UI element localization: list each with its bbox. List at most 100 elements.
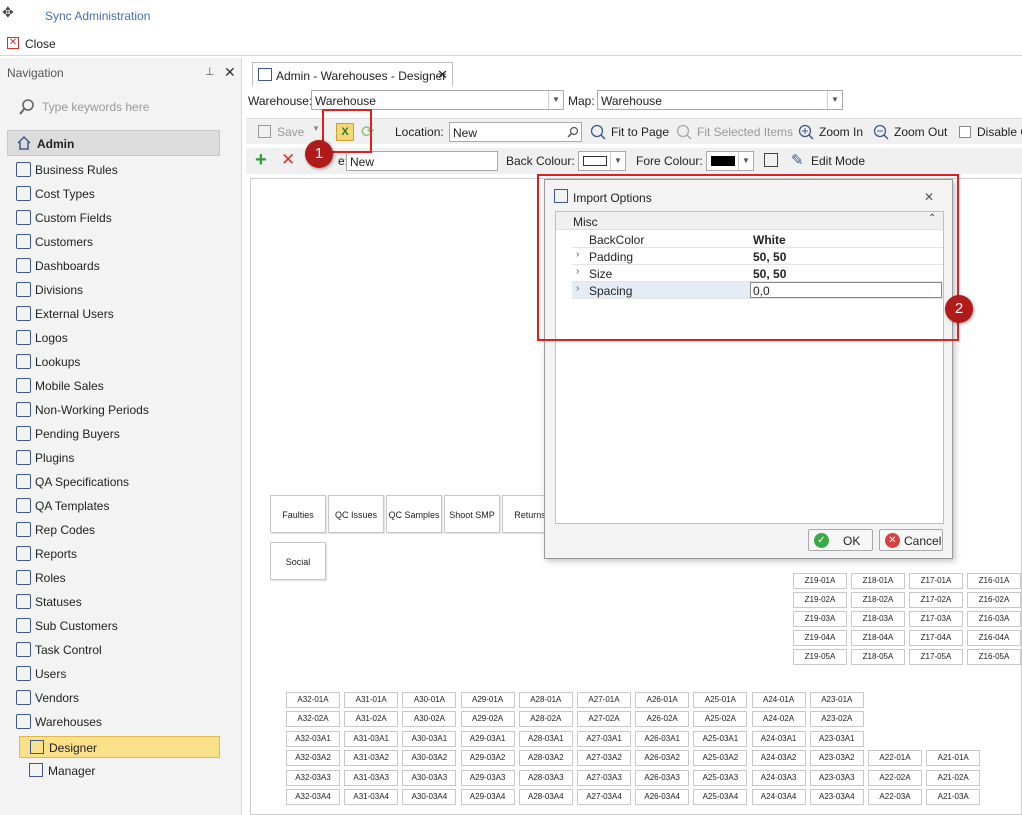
location-cell[interactable]: A24-03A3 xyxy=(751,769,806,786)
nav-item[interactable]: Rep Codes xyxy=(16,519,226,541)
location-cell[interactable]: Z16-05A xyxy=(967,649,1021,665)
location-cell[interactable]: A26-03A1 xyxy=(635,730,690,747)
location-cell[interactable]: A32-01A xyxy=(286,692,340,708)
location-cell[interactable]: A29-03A2 xyxy=(460,750,515,767)
nav-item[interactable]: Cost Types xyxy=(16,183,226,205)
copy-format-icon[interactable] xyxy=(764,153,778,167)
location-cell[interactable]: A27-03A2 xyxy=(577,750,631,767)
location-cell[interactable]: A32-03A2 xyxy=(286,750,340,767)
location-cell[interactable]: Z18-03A xyxy=(851,611,905,627)
location-cell[interactable]: A28-03A3 xyxy=(518,769,573,786)
location-cell[interactable]: A30-03A2 xyxy=(402,750,457,767)
nav-item[interactable]: Warehouses xyxy=(16,711,226,733)
location-cell[interactable]: A26-01A xyxy=(635,692,690,708)
chevron-down-icon[interactable]: ▼ xyxy=(827,91,842,109)
tab-designer[interactable]: Admin - Warehouses - Designer ✕ xyxy=(252,62,453,86)
nav-item[interactable]: Pending Buyers xyxy=(16,423,226,445)
nav-item[interactable]: Lookups xyxy=(16,351,226,373)
location-cell[interactable]: A31-03A1 xyxy=(344,730,399,747)
fit-to-page-button[interactable]: Fit to Page xyxy=(611,125,669,139)
delete-icon[interactable]: ✕ xyxy=(281,150,295,170)
location-cell[interactable]: Z16-03A xyxy=(967,611,1021,627)
location-cell[interactable]: Z18-05A xyxy=(851,649,905,665)
zoom-out-button[interactable]: Zoom Out xyxy=(894,125,947,139)
location-input[interactable]: New xyxy=(449,122,582,142)
location-cell[interactable]: A29-03A1 xyxy=(460,730,515,747)
location-cell[interactable]: A31-01A xyxy=(344,692,399,708)
location-cell[interactable]: A31-03A2 xyxy=(344,750,399,767)
nav-item[interactable]: Task Control xyxy=(16,639,226,661)
close-menu-item[interactable]: Close xyxy=(25,37,56,51)
location-cell[interactable]: A22-02A xyxy=(868,769,922,786)
location-cell[interactable]: Z17-02A xyxy=(909,592,963,608)
location-cell[interactable]: A25-02A xyxy=(693,711,748,728)
location-cell[interactable]: Z16-04A xyxy=(967,630,1021,646)
nav-item[interactable]: QA Templates xyxy=(16,495,226,517)
location-cell[interactable]: Z19-03A xyxy=(793,611,847,627)
map-select[interactable]: Warehouse ▼ xyxy=(597,90,843,110)
location-cell[interactable]: A21-03A xyxy=(926,789,981,805)
location-cell[interactable]: A30-03A3 xyxy=(402,769,457,786)
warehouse-select[interactable]: Warehouse ▼ xyxy=(311,90,564,110)
chevron-down-icon[interactable]: ▼ xyxy=(738,152,753,170)
location-cell[interactable]: A31-02A xyxy=(344,711,399,728)
location-cell[interactable]: A27-01A xyxy=(577,692,631,708)
nav-search-input[interactable]: Type keywords here xyxy=(14,96,224,118)
location-cell[interactable]: A23-03A2 xyxy=(809,750,864,767)
nav-item[interactable]: Customers xyxy=(16,231,226,253)
zone-box[interactable]: Shoot SMP xyxy=(444,495,500,533)
back-colour-picker[interactable]: ▼ xyxy=(578,151,626,171)
location-cell[interactable]: Z18-04A xyxy=(851,630,905,646)
location-cell[interactable]: A25-03A4 xyxy=(693,789,748,805)
location-cell[interactable]: A21-02A xyxy=(926,769,981,786)
location-cell[interactable]: Z17-01A xyxy=(909,573,963,589)
location-cell[interactable]: A26-02A xyxy=(635,711,690,728)
location-cell[interactable]: A32-02A xyxy=(286,711,340,728)
location-cell[interactable]: Z19-04A xyxy=(793,630,847,646)
location-cell[interactable]: Z19-02A xyxy=(793,592,847,608)
location-cell[interactable]: A29-03A4 xyxy=(460,789,515,805)
location-cell[interactable]: A25-03A1 xyxy=(693,730,748,747)
nav-item[interactable]: Logos xyxy=(16,327,226,349)
location-cell[interactable]: A28-03A1 xyxy=(518,730,573,747)
location-cell[interactable]: A23-03A4 xyxy=(809,789,864,805)
close-icon[interactable]: ✕ xyxy=(7,37,19,49)
zone-box[interactable]: Social xyxy=(270,542,326,580)
location-cell[interactable]: A32-03A4 xyxy=(286,789,340,805)
nav-item[interactable]: Dashboards xyxy=(16,255,226,277)
location-cell[interactable]: A21-01A xyxy=(926,750,981,767)
search-icon[interactable] xyxy=(567,126,579,138)
chevron-down-icon[interactable]: ▼ xyxy=(610,152,625,170)
fit-selected-button[interactable]: Fit Selected Items xyxy=(697,125,793,139)
nav-item[interactable]: Sub Customers xyxy=(16,615,226,637)
location-cell[interactable]: Z18-02A xyxy=(851,592,905,608)
nav-item[interactable]: Mobile Sales xyxy=(16,375,226,397)
location-cell[interactable]: A24-02A xyxy=(751,711,806,728)
nav-item[interactable]: Business Rules xyxy=(16,159,226,181)
location-cell[interactable]: A31-03A3 xyxy=(344,769,399,786)
location-cell[interactable]: A24-01A xyxy=(751,692,806,708)
zone-box[interactable]: QC Samples xyxy=(386,495,442,533)
nav-item[interactable]: Custom Fields xyxy=(16,207,226,229)
zoom-in-button[interactable]: Zoom In xyxy=(819,125,863,139)
location-cell[interactable]: Z16-02A xyxy=(967,592,1021,608)
nav-item[interactable]: QA Specifications xyxy=(16,471,226,493)
add-icon[interactable]: + xyxy=(255,149,267,172)
location-cell[interactable]: A26-03A4 xyxy=(635,789,690,805)
location-cell[interactable]: A29-01A xyxy=(460,692,515,708)
close-tab-icon[interactable]: ✕ xyxy=(437,67,448,83)
location-cell[interactable]: A23-01A xyxy=(809,692,864,708)
location-cell[interactable]: A32-03A3 xyxy=(286,769,340,786)
location-cell[interactable]: Z19-05A xyxy=(793,649,847,665)
nav-item[interactable]: External Users xyxy=(16,303,226,325)
location-cell[interactable]: A26-03A3 xyxy=(635,769,690,786)
location-cell[interactable]: A27-03A3 xyxy=(577,769,631,786)
zone-box[interactable]: QC Issues xyxy=(328,495,384,533)
location-cell[interactable]: A32-03A1 xyxy=(286,730,340,747)
location-cell[interactable]: A28-03A2 xyxy=(518,750,573,767)
location-cell[interactable]: A25-03A2 xyxy=(693,750,748,767)
location-cell[interactable]: Z17-03A xyxy=(909,611,963,627)
nav-group-admin[interactable]: Admin xyxy=(7,130,220,156)
nav-item[interactable]: Statuses xyxy=(16,591,226,613)
location-cell[interactable]: A29-03A3 xyxy=(460,769,515,786)
